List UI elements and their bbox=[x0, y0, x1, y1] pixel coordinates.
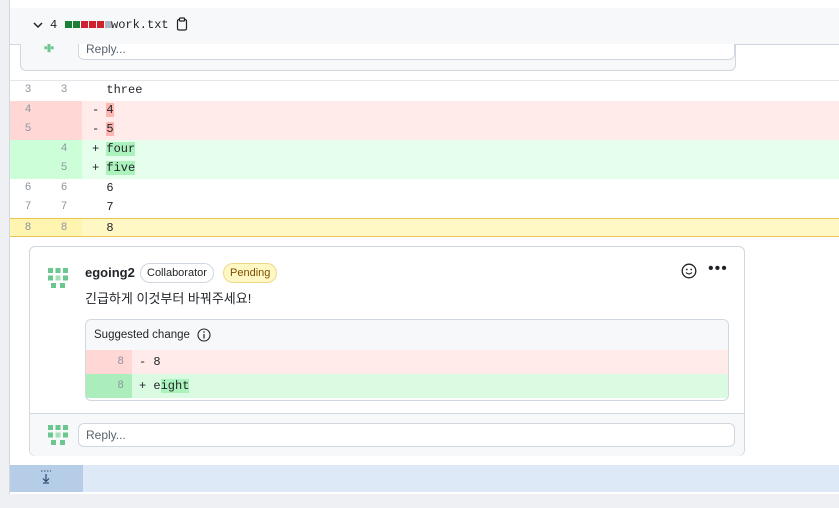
old-line-number[interactable]: 7 bbox=[10, 198, 46, 218]
file-header: 4 work.txt bbox=[10, 8, 839, 45]
code-line: - 5 bbox=[92, 120, 114, 140]
suggestion-added-line: 8 + eight bbox=[86, 374, 728, 398]
diffstat bbox=[65, 21, 112, 28]
comment-body: 긴급하게 이것부터 바꿔주세요! bbox=[85, 291, 252, 306]
changes-count: 4 bbox=[50, 18, 58, 32]
file-diff-panel: 4 work.txt Reply... 33 three 4- 45- 5 4 + f… bbox=[9, 0, 839, 494]
diffstat-square bbox=[89, 21, 96, 28]
old-line-number[interactable] bbox=[10, 159, 46, 179]
role-badge: Collaborator bbox=[140, 263, 214, 283]
new-line-number[interactable]: 7 bbox=[46, 198, 82, 218]
diff-row[interactable]: 88 8 bbox=[10, 217, 839, 239]
code-highlight: 4 bbox=[106, 102, 114, 117]
suggested-change-header: Suggested change bbox=[86, 320, 728, 350]
diffstat-square bbox=[97, 21, 104, 28]
code-line: + five bbox=[92, 159, 136, 179]
old-line-number[interactable]: 4 bbox=[10, 100, 46, 120]
code-text: three bbox=[106, 83, 143, 97]
diff-row[interactable]: 4- 4 bbox=[10, 100, 839, 121]
code-line: 6 bbox=[92, 179, 114, 199]
diff-row[interactable]: 4 + four bbox=[10, 139, 839, 160]
status-badge: Pending bbox=[223, 263, 278, 283]
old-line-number[interactable]: 8 bbox=[10, 218, 46, 236]
old-line-number[interactable]: 3 bbox=[10, 81, 46, 101]
expand-down-icon bbox=[41, 470, 51, 484]
diff-row[interactable]: 5- 5 bbox=[10, 120, 839, 140]
suggested-change-title: Suggested change bbox=[94, 329, 190, 341]
code-line: 7 bbox=[92, 198, 114, 218]
suggested-change: Suggested change 8 - 8 8 + eight bbox=[85, 319, 729, 401]
avatar[interactable] bbox=[37, 44, 61, 58]
code-line: three bbox=[92, 81, 142, 101]
diffstat-square bbox=[73, 21, 80, 28]
line-number: 8 bbox=[86, 350, 132, 374]
reply-input[interactable]: Reply... bbox=[78, 44, 735, 60]
suggestion-deleted-line: 8 - 8 bbox=[86, 350, 728, 374]
code-text: 6 bbox=[106, 180, 114, 195]
old-line-number[interactable]: 6 bbox=[10, 179, 46, 199]
code-line: - 4 bbox=[92, 101, 114, 121]
added-code-highlight: ight bbox=[160, 379, 190, 393]
expand-button[interactable] bbox=[10, 465, 83, 492]
comment-author[interactable]: egoing2 bbox=[85, 265, 135, 280]
reply-input[interactable]: Reply... bbox=[78, 423, 735, 447]
smiley-icon[interactable] bbox=[681, 263, 697, 279]
diff-row[interactable]: 66 6 bbox=[10, 179, 839, 199]
expand-bar bbox=[10, 465, 839, 492]
copy-icon[interactable] bbox=[176, 17, 188, 31]
new-line-number[interactable]: 3 bbox=[46, 81, 82, 101]
code-text: 7 bbox=[106, 200, 114, 214]
diffstat-square bbox=[81, 21, 88, 28]
code-highlight: five bbox=[106, 161, 136, 175]
code-line: 8 bbox=[92, 219, 114, 239]
chevron-down-icon[interactable] bbox=[32, 19, 44, 31]
line-number: 8 bbox=[86, 374, 132, 398]
new-line-number[interactable]: 8 bbox=[46, 218, 82, 236]
diffstat-square bbox=[65, 21, 72, 28]
new-line-number[interactable]: 6 bbox=[46, 179, 82, 199]
new-line-number[interactable] bbox=[46, 100, 82, 120]
diff-row[interactable]: 77 7 bbox=[10, 198, 839, 218]
file-name[interactable]: work.txt bbox=[111, 18, 169, 32]
added-code-prefix: + e bbox=[139, 379, 161, 393]
new-line-number[interactable]: 5 bbox=[46, 159, 82, 179]
kebab-menu-icon[interactable]: ••• bbox=[708, 261, 728, 277]
avatar[interactable] bbox=[46, 266, 70, 290]
code-highlight: 5 bbox=[106, 122, 114, 136]
review-comment: egoing2 Collaborator Pending ••• 긴급하게 이것… bbox=[29, 246, 745, 456]
reply-area: Reply... bbox=[30, 413, 744, 456]
info-icon[interactable] bbox=[197, 328, 211, 342]
code-highlight: four bbox=[106, 141, 136, 156]
new-line-number[interactable]: 4 bbox=[46, 139, 82, 159]
new-line-number[interactable] bbox=[46, 120, 82, 140]
code-text: 8 bbox=[106, 220, 114, 235]
avatar[interactable] bbox=[46, 423, 70, 447]
deleted-code: - 8 bbox=[139, 355, 161, 369]
previous-comment-thread: Reply... bbox=[20, 44, 736, 71]
diff-table: 33 three 4- 45- 5 4 + four 5 + five 6 6 677 788… bbox=[10, 80, 839, 237]
code-line: + four bbox=[92, 140, 136, 160]
diff-row[interactable]: 5 + five bbox=[10, 159, 839, 179]
added-code: + eight bbox=[139, 374, 190, 398]
old-line-number[interactable]: 5 bbox=[10, 120, 46, 140]
old-line-number[interactable] bbox=[10, 139, 46, 159]
diff-row[interactable]: 33 three bbox=[10, 81, 839, 101]
